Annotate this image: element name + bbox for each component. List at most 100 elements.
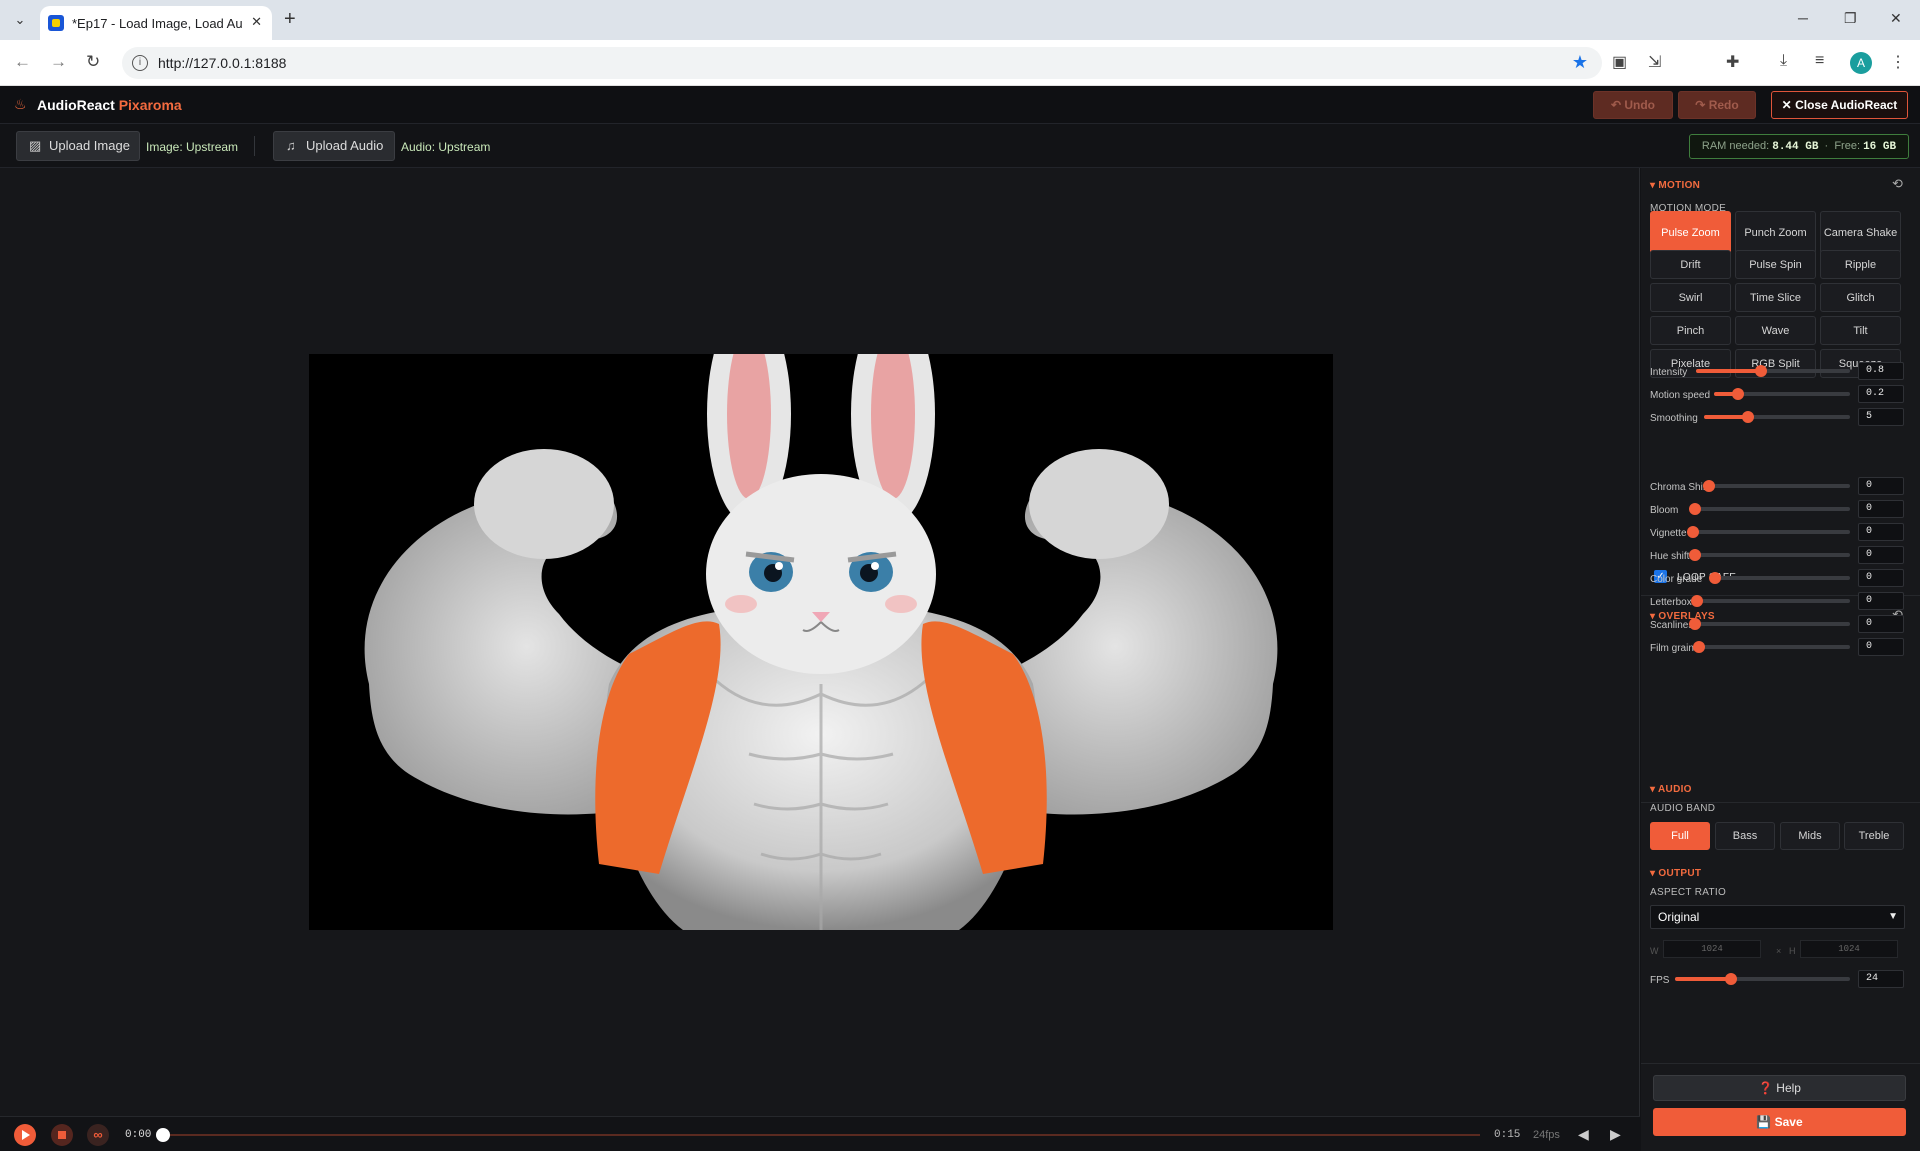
motion-mode-pinch[interactable]: Pinch [1650, 316, 1731, 345]
stop-button[interactable] [51, 1124, 73, 1146]
close-audioreact-button[interactable]: ✕ Close AudioReact [1771, 91, 1908, 119]
motion-reset-icon[interactable]: ⟲ [1892, 176, 1903, 192]
slider-knob[interactable] [1708, 572, 1721, 584]
redo-button[interactable]: ↷ Redo [1678, 91, 1756, 119]
timeline-track[interactable] [162, 1134, 1480, 1136]
back-icon[interactable]: ← [14, 52, 31, 72]
overlay-slider-bloom[interactable] [1689, 503, 1850, 515]
url-text[interactable]: http://127.0.0.1:8188 [158, 55, 286, 71]
audio-band-mids[interactable]: Mids [1780, 822, 1840, 850]
downloads-icon[interactable]: ⤓ [1780, 52, 1787, 70]
slider-knob[interactable] [1687, 526, 1700, 538]
overlay-value-color-grade[interactable]: 0 [1858, 569, 1904, 587]
fps-slider[interactable] [1675, 973, 1850, 985]
output-section-header[interactable]: ▾ OUTPUT [1650, 868, 1701, 879]
motion-mode-time-slice[interactable]: Time Slice [1735, 283, 1816, 312]
audio-section-header[interactable]: ▾ AUDIO [1650, 784, 1692, 795]
motion-mode-wave[interactable]: Wave [1735, 316, 1816, 345]
overlay-value-bloom[interactable]: 0 [1858, 500, 1904, 518]
motion-mode-ripple[interactable]: Ripple [1820, 250, 1901, 279]
app-header: ♨ AudioReact Pixaroma ↶ Undo ↷ Redo ✕ Cl… [0, 86, 1920, 124]
install-app-icon[interactable]: ⇲ [1648, 52, 1661, 72]
upload-image-button[interactable]: ▨ Upload Image [16, 131, 140, 161]
play-button[interactable] [14, 1124, 36, 1146]
undo-button[interactable]: ↶ Undo [1593, 91, 1673, 119]
overlay-slider-chroma-shift[interactable] [1702, 480, 1850, 492]
motion-mode-drift[interactable]: Drift [1650, 250, 1731, 279]
overlay-slider-vignette[interactable] [1687, 526, 1850, 538]
overlay-slider-hue-shift[interactable] [1689, 549, 1850, 561]
motion-mode-camera-shake[interactable]: Camera Shake [1820, 211, 1901, 254]
motion-value-intensity[interactable]: 0.8 [1858, 362, 1904, 380]
fps-input[interactable]: 24 [1858, 970, 1904, 988]
aspect-ratio-select[interactable]: Original ▼ [1650, 905, 1905, 929]
slider-knob[interactable] [1689, 503, 1702, 515]
motion-section-header[interactable]: ▾ MOTION [1650, 180, 1700, 191]
browser-tab[interactable]: *Ep17 - Load Image, Load Audio ✕ [40, 6, 272, 40]
window-close-icon[interactable]: ✕ [1890, 10, 1902, 27]
overlay-value-letterbox[interactable]: 0 [1858, 592, 1904, 610]
tab-search-button[interactable]: ⌄ [8, 8, 32, 32]
save-button[interactable]: 💾 Save [1653, 1108, 1906, 1136]
audio-band-treble[interactable]: Treble [1844, 822, 1904, 850]
overlay-value-vignette[interactable]: 0 [1858, 523, 1904, 541]
slider-knob[interactable] [1732, 388, 1745, 400]
profile-avatar[interactable]: A [1850, 52, 1872, 74]
reading-list-icon[interactable]: ≡ [1815, 52, 1824, 70]
motion-slider-motion-speed[interactable] [1714, 388, 1850, 400]
height-input[interactable]: 1024 [1800, 940, 1898, 958]
motion-value-smoothing[interactable]: 5 [1858, 408, 1904, 426]
site-info-icon[interactable]: i [132, 55, 148, 71]
width-input[interactable]: 1024 [1663, 940, 1761, 958]
motion-slider-intensity[interactable] [1696, 365, 1850, 377]
slider-knob[interactable] [1702, 480, 1715, 492]
overlay-value-scanlines[interactable]: 0 [1858, 615, 1904, 633]
brand-name: AudioReact [37, 97, 115, 113]
motion-slider-smoothing[interactable] [1704, 411, 1850, 423]
permissions-icon[interactable]: ▣ [1612, 52, 1627, 72]
reload-icon[interactable]: ↻ [86, 52, 100, 72]
new-tab-button[interactable]: + [284, 8, 296, 30]
browser-menu-icon[interactable]: ⋮ [1890, 52, 1906, 72]
motion-mode-swirl[interactable]: Swirl [1650, 283, 1731, 312]
overlay-slider-letterbox[interactable] [1691, 595, 1850, 607]
motion-mode-tilt[interactable]: Tilt [1820, 316, 1901, 345]
overlay-value-hue-shift[interactable]: 0 [1858, 546, 1904, 564]
extensions-icon[interactable]: ✚ [1726, 52, 1739, 72]
tab-close-icon[interactable]: ✕ [251, 14, 262, 30]
motion-mode-pulse-zoom[interactable]: Pulse Zoom [1650, 211, 1731, 254]
slider-knob[interactable] [1689, 549, 1702, 561]
motion-mode-glitch[interactable]: Glitch [1820, 283, 1901, 312]
timeline-scrubber[interactable] [156, 1128, 170, 1142]
motion-mode-punch-zoom[interactable]: Punch Zoom [1735, 211, 1816, 254]
forward-icon[interactable]: → [50, 52, 67, 72]
prev-frame-icon[interactable]: ◀ [1578, 1126, 1589, 1143]
overlay-value-film-grain[interactable]: 0 [1858, 638, 1904, 656]
overlay-value-chroma-shift[interactable]: 0 [1858, 477, 1904, 495]
next-frame-icon[interactable]: ▶ [1610, 1126, 1621, 1143]
overlay-slider-color-grade[interactable] [1708, 572, 1850, 584]
slider-knob[interactable] [1691, 595, 1704, 607]
motion-mode-pulse-spin[interactable]: Pulse Spin [1735, 250, 1816, 279]
slider-knob[interactable] [1741, 411, 1754, 423]
omnibox[interactable]: i http://127.0.0.1:8188 ★ [122, 47, 1602, 79]
slider-knob[interactable] [1754, 365, 1767, 377]
audio-band-full[interactable]: Full [1650, 822, 1710, 850]
bookmark-star-icon[interactable]: ★ [1572, 52, 1588, 73]
audio-status: Audio: Upstream [401, 140, 491, 154]
preview-image[interactable] [309, 354, 1333, 930]
motion-mode-rgb-split[interactable]: RGB Split [1735, 349, 1816, 378]
fps-slider-knob[interactable] [1725, 973, 1737, 985]
overlay-label-scanlines: Scanlines [1650, 620, 1694, 631]
overlay-slider-scanlines[interactable] [1689, 618, 1850, 630]
restore-icon[interactable]: ❐ [1844, 10, 1857, 27]
loop-button[interactable]: ∞ [87, 1124, 109, 1146]
upload-audio-button[interactable]: ♫ Upload Audio [273, 131, 395, 161]
minimize-icon[interactable]: ─ [1798, 10, 1808, 26]
slider-knob[interactable] [1689, 618, 1702, 630]
slider-knob[interactable] [1693, 641, 1706, 653]
help-button[interactable]: ❓ Help [1653, 1075, 1906, 1101]
overlay-slider-film-grain[interactable] [1693, 641, 1850, 653]
motion-value-motion-speed[interactable]: 0.2 [1858, 385, 1904, 403]
audio-band-bass[interactable]: Bass [1715, 822, 1775, 850]
